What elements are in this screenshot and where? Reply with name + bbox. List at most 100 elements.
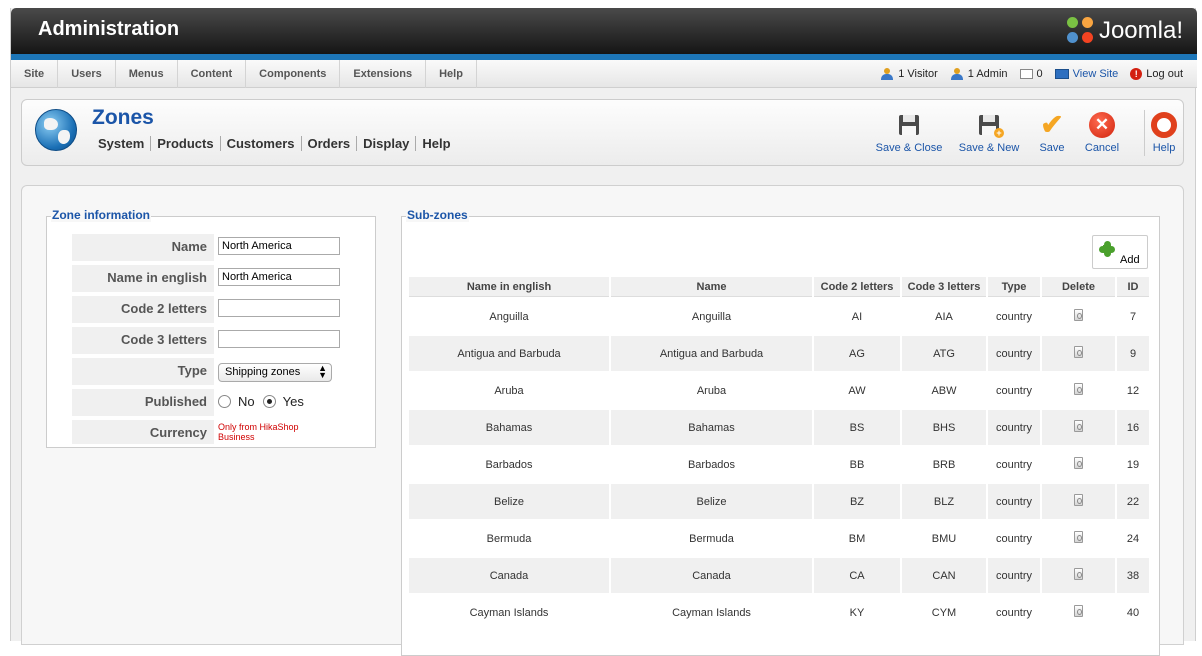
subzones-table-body: Anguilla Anguilla AI AIA country 7 Antigua and… bbox=[409, 299, 1149, 630]
code3-input[interactable] bbox=[218, 330, 340, 348]
menu-item-site[interactable]: Site bbox=[11, 60, 59, 88]
menu-item-menus[interactable]: Menus bbox=[116, 60, 178, 88]
col-name[interactable]: Name bbox=[611, 277, 812, 297]
code2-input[interactable] bbox=[218, 299, 340, 317]
menu-item-extensions[interactable]: Extensions bbox=[340, 60, 427, 88]
trash-icon[interactable] bbox=[1074, 420, 1083, 432]
cell-name-english[interactable]: Canada bbox=[409, 558, 609, 593]
cell-code2: AG bbox=[814, 336, 900, 371]
menu-item-users[interactable]: Users bbox=[58, 60, 116, 88]
cell-id: 12 bbox=[1126, 384, 1140, 397]
col-id[interactable]: ID bbox=[1117, 277, 1149, 297]
main-menu: Site Users Menus Content Components Extension… bbox=[11, 60, 477, 88]
published-yes-radio[interactable] bbox=[262, 395, 276, 408]
cell-id: 19 bbox=[1126, 458, 1140, 471]
add-subzone-button[interactable]: Add bbox=[1092, 235, 1148, 269]
cell-code3: CYM bbox=[931, 606, 957, 619]
submenu-item-help[interactable]: Help bbox=[416, 136, 456, 151]
globe-icon bbox=[35, 109, 77, 151]
name-english-input[interactable] bbox=[218, 268, 340, 286]
table-row: Bahamas Bahamas BS BHS country 16 bbox=[409, 410, 1149, 445]
col-type[interactable]: Type bbox=[988, 277, 1040, 297]
col-name-english[interactable]: Name in english bbox=[409, 277, 609, 297]
help-button[interactable]: Help bbox=[1146, 112, 1182, 154]
cell-name-english[interactable]: Bahamas bbox=[409, 410, 609, 445]
messages-status[interactable]: 0 bbox=[1019, 68, 1043, 80]
cell-name-english[interactable]: Cayman Islands bbox=[409, 595, 609, 630]
subzones-fieldset: Sub-zones Add Name in english Name Code … bbox=[401, 208, 1160, 656]
delete-cell bbox=[1042, 595, 1115, 630]
add-label: Add bbox=[1120, 254, 1140, 266]
menu-item-help[interactable]: Help bbox=[426, 60, 477, 88]
cell-name-english[interactable]: Barbados bbox=[409, 447, 609, 482]
cell-type: country bbox=[988, 484, 1040, 519]
admin-title: Administration bbox=[38, 18, 180, 40]
logout-link[interactable]: ! Log out bbox=[1130, 68, 1183, 80]
name-english-label: Name in english bbox=[72, 265, 214, 294]
delete-cell bbox=[1042, 299, 1115, 334]
submenu-item-orders[interactable]: Orders bbox=[302, 136, 358, 151]
page-toolbar: Zones System Products Customers Orders Displ… bbox=[21, 99, 1184, 166]
save-close-button[interactable]: Save & Close bbox=[874, 112, 944, 154]
trash-icon[interactable] bbox=[1074, 494, 1083, 506]
submenu-item-system[interactable]: System bbox=[98, 136, 152, 151]
name-english-row: Name in english bbox=[72, 265, 362, 294]
cell-name-english[interactable]: Antigua and Barbuda bbox=[409, 336, 609, 371]
col-delete: Delete bbox=[1042, 277, 1115, 297]
trash-icon[interactable] bbox=[1074, 568, 1083, 580]
cell-name-english[interactable]: Belize bbox=[409, 484, 609, 519]
published-no-radio[interactable] bbox=[218, 395, 231, 408]
floppy-icon bbox=[899, 115, 919, 135]
toolbar-divider bbox=[1144, 110, 1145, 156]
delete-cell bbox=[1042, 521, 1115, 556]
trash-icon[interactable] bbox=[1074, 383, 1083, 395]
monitor-icon bbox=[1054, 69, 1069, 79]
save-new-button[interactable]: + Save & New bbox=[957, 112, 1021, 154]
cell-id: 40 bbox=[1126, 606, 1140, 619]
cell-code2: CA bbox=[814, 558, 900, 593]
cell-id: 9 bbox=[1117, 336, 1149, 371]
cell-name-english[interactable]: Bermuda bbox=[409, 521, 609, 556]
submenu-item-customers[interactable]: Customers bbox=[221, 136, 302, 151]
cell-id: 24 bbox=[1126, 532, 1140, 545]
type-select[interactable]: Shipping zones ▲ ▼ bbox=[218, 363, 332, 382]
admins-count: 1 Admin bbox=[967, 68, 1008, 80]
table-row: Barbados Barbados BB BRB country 19 bbox=[409, 447, 1149, 482]
cell-name-english[interactable]: Aruba bbox=[409, 373, 609, 408]
submenu-item-products[interactable]: Products bbox=[151, 136, 221, 151]
visitor-icon bbox=[880, 68, 894, 80]
cell-name-english[interactable]: Anguilla bbox=[409, 299, 609, 334]
trash-icon[interactable] bbox=[1074, 531, 1083, 543]
col-code3[interactable]: Code 3 letters bbox=[902, 277, 986, 297]
cell-code2: BZ bbox=[814, 484, 900, 519]
table-row: Antigua and Barbuda Antigua and Barbuda AG… bbox=[409, 336, 1149, 371]
cell-code2: BM bbox=[848, 532, 866, 545]
subzones-legend: Sub-zones bbox=[406, 208, 469, 222]
visitors-status: 1 Visitor bbox=[880, 68, 938, 80]
trash-icon[interactable] bbox=[1074, 309, 1083, 321]
cell-code3: BMU bbox=[931, 532, 957, 545]
cell-code3: ATG bbox=[902, 336, 986, 371]
trash-icon[interactable] bbox=[1074, 605, 1083, 617]
trash-icon[interactable] bbox=[1074, 346, 1083, 358]
cell-code2: BS bbox=[814, 410, 900, 445]
view-site-link[interactable]: View Site bbox=[1054, 68, 1119, 80]
cancel-button[interactable]: ✕ Cancel bbox=[1081, 112, 1123, 154]
save-button[interactable]: ✔ Save bbox=[1037, 111, 1067, 155]
cell-type: country bbox=[995, 310, 1033, 323]
logout-label[interactable]: Log out bbox=[1146, 68, 1183, 80]
code3-row: Code 3 letters bbox=[72, 327, 362, 356]
view-site-label[interactable]: View Site bbox=[1073, 68, 1119, 80]
main-menu-bar: Site Users Menus Content Components Extension… bbox=[11, 60, 1197, 88]
cell-code3: ABW bbox=[931, 384, 957, 397]
menu-item-components[interactable]: Components bbox=[246, 60, 341, 88]
power-icon: ! bbox=[1130, 68, 1143, 80]
name-input[interactable] bbox=[218, 237, 340, 255]
published-label: Published bbox=[72, 389, 214, 418]
trash-icon[interactable] bbox=[1074, 457, 1083, 469]
menu-item-content[interactable]: Content bbox=[178, 60, 247, 88]
submenu-item-display[interactable]: Display bbox=[357, 136, 417, 151]
col-code2[interactable]: Code 2 letters bbox=[814, 277, 900, 297]
cell-code2: AW bbox=[848, 384, 866, 397]
delete-cell bbox=[1042, 373, 1115, 408]
